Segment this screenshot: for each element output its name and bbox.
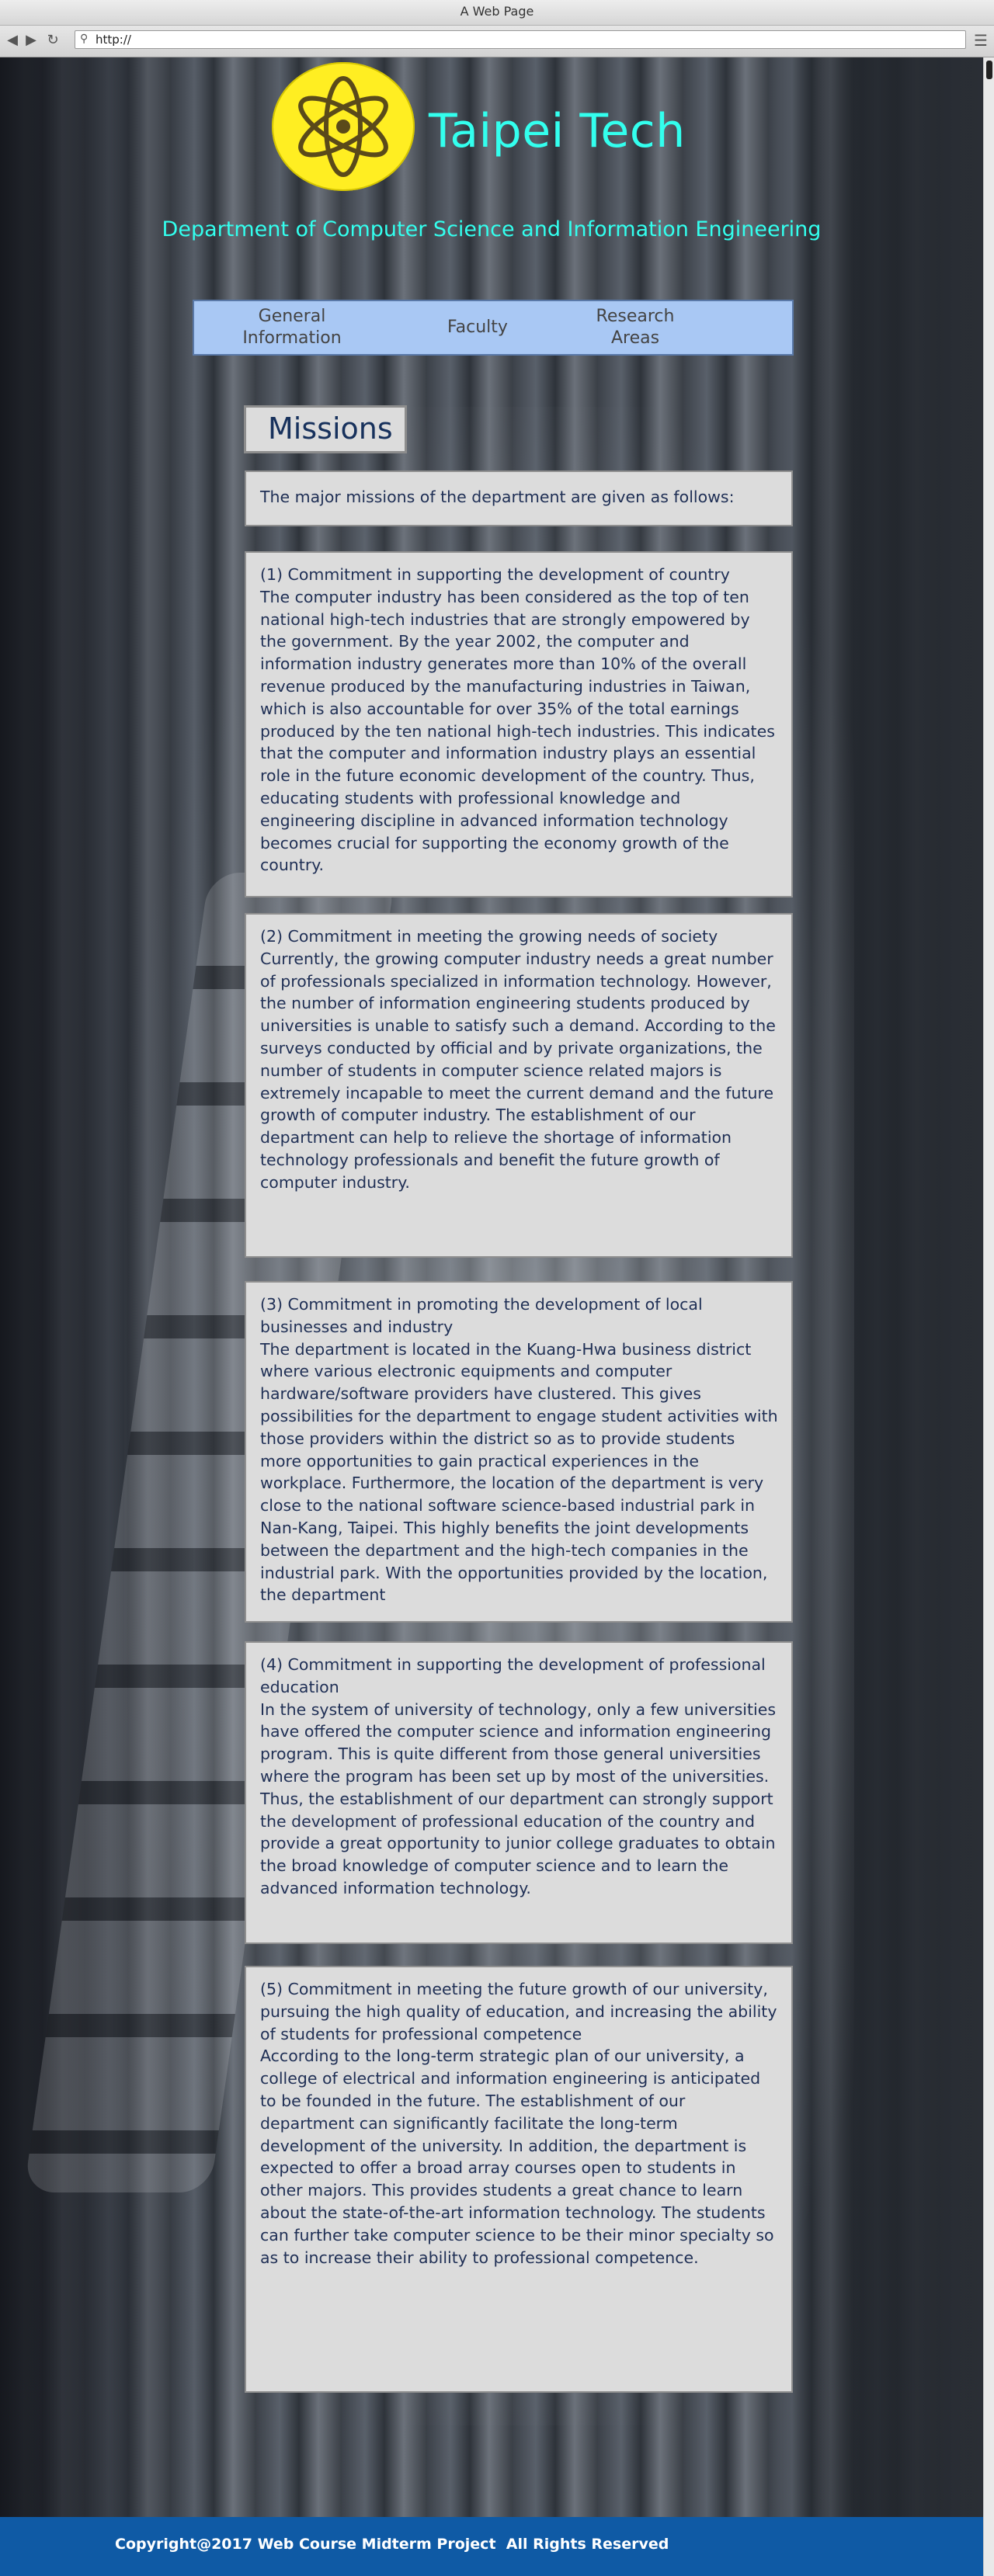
- nav-item-general-information[interactable]: General Information: [230, 301, 354, 354]
- mission-box: (4) Commitment in supporting the develop…: [245, 1641, 793, 1944]
- footer: Copyright@2017 Web Course Midterm Projec…: [0, 2517, 983, 2576]
- address-bar[interactable]: ⚲ http://: [75, 30, 966, 49]
- mission-heading: (1) Commitment in supporting the develop…: [260, 565, 730, 584]
- mission-body: The computer industry has been considere…: [260, 587, 775, 875]
- mission-body: The department is located in the Kuang-H…: [260, 1339, 778, 1605]
- mission-heading: (5) Commitment in meeting the future gro…: [260, 1980, 777, 2043]
- reload-icon[interactable]: ↻: [45, 32, 61, 49]
- arrow-left-icon[interactable]: ◀: [5, 32, 20, 49]
- intro-text: The major missions of the department are…: [260, 488, 735, 506]
- mission-box: (1) Commitment in supporting the develop…: [245, 551, 793, 897]
- window-title-bar: A Web Page: [0, 0, 994, 26]
- copyright-text: Copyright@2017 Web Course Midterm Projec…: [115, 2536, 669, 2553]
- mission-box: (2) Commitment in meeting the growing ne…: [245, 913, 793, 1258]
- mission-heading: (3) Commitment in promoting the developm…: [260, 1295, 703, 1336]
- atom-logo-svg: [298, 76, 388, 177]
- intro-box: The major missions of the department are…: [245, 470, 793, 526]
- mission-heading: (4) Commitment in supporting the develop…: [260, 1655, 766, 1696]
- mission-body: Currently, the growing computer industry…: [260, 949, 776, 1192]
- mission-heading: (2) Commitment in meeting the growing ne…: [260, 927, 718, 946]
- vertical-scrollbar[interactable]: [983, 57, 994, 2576]
- mission-body: According to the long-term strategic pla…: [260, 2047, 774, 2267]
- nav-item-research-areas[interactable]: Research Areas: [573, 301, 697, 354]
- section-title: Missions: [244, 405, 407, 453]
- site-title: Taipei Tech: [429, 104, 686, 158]
- url-text[interactable]: http://: [96, 31, 131, 48]
- mission-box: (5) Commitment in meeting the future gro…: [245, 1966, 793, 2393]
- browser-toolbar: ◀ ▶ ↻ ⚲ http:// ☰: [0, 26, 994, 57]
- page-viewport: Taipei Tech Department of Computer Scien…: [0, 57, 983, 2576]
- scrollbar-thumb[interactable]: [986, 61, 992, 79]
- nav-item-faculty[interactable]: Faculty: [419, 301, 536, 354]
- mission-box: (3) Commitment in promoting the developm…: [245, 1281, 793, 1623]
- mission-body: In the system of university of technolog…: [260, 1699, 776, 1897]
- department-name: Department of Computer Science and Infor…: [162, 217, 822, 241]
- window-title: A Web Page: [460, 4, 534, 19]
- atom-icon: [272, 62, 415, 191]
- arrow-right-icon[interactable]: ▶: [23, 32, 39, 49]
- main-nav: General Information Faculty Research Are…: [193, 300, 794, 356]
- hamburger-menu-icon[interactable]: ☰: [974, 32, 989, 49]
- search-icon: ⚲: [80, 33, 89, 45]
